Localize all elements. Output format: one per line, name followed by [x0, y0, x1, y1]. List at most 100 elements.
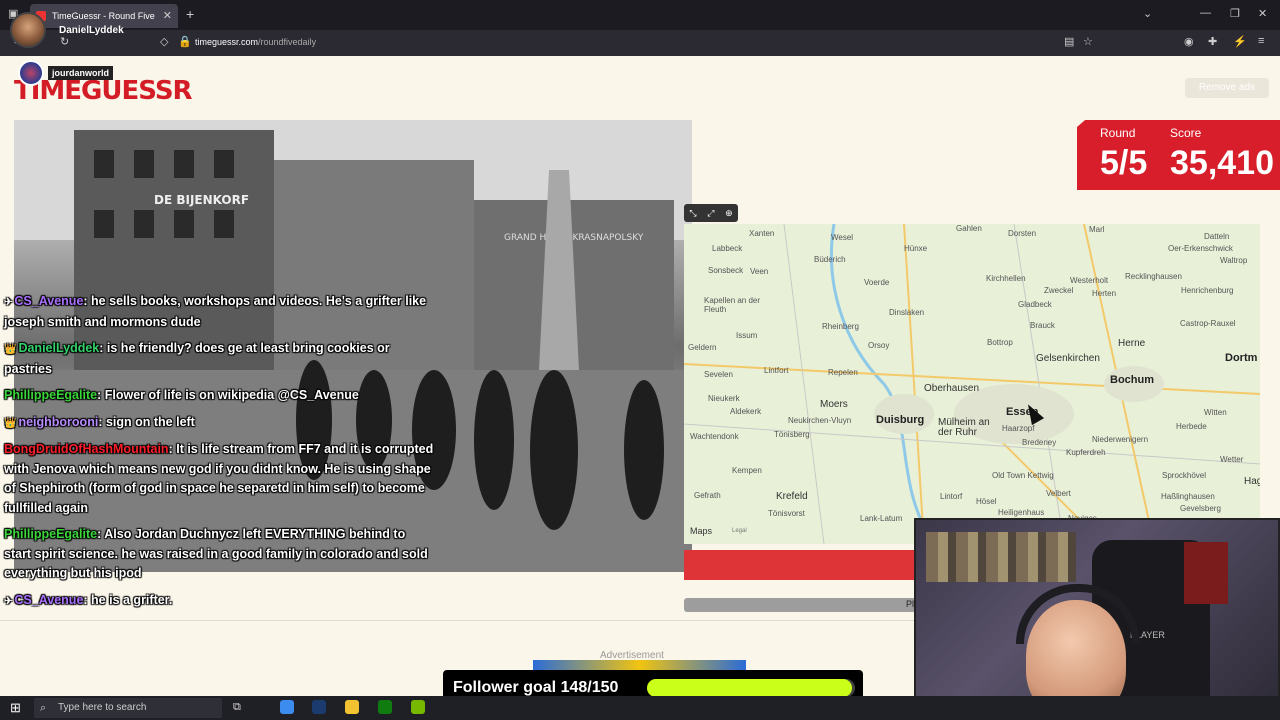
- map-resize-controls[interactable]: ⤡ ⤢ ⊕: [684, 204, 738, 222]
- follower-goal-fill: [647, 679, 853, 697]
- map-town: Datteln: [1204, 232, 1230, 241]
- crown-badge-icon: 👑: [4, 417, 17, 429]
- chat-message: 👑 neighborooni: sign on the left: [4, 413, 434, 434]
- lock-icon: 🔒: [178, 36, 192, 48]
- address-bar[interactable]: timeguessr.com/roundfivedaily: [195, 37, 316, 47]
- guess-map[interactable]: Essen Duisburg Bochum Gelsenkirchen Hern…: [684, 224, 1260, 544]
- map-town: Lintfort: [764, 366, 789, 375]
- score-panel: Round Score 5/5 35,410: [1077, 120, 1280, 190]
- map-town: Old Town Kettwig: [992, 471, 1054, 480]
- map-town: Zweckel: [1044, 286, 1074, 295]
- crown-badge-icon: 👑: [4, 344, 17, 355]
- map-town: Gefrath: [694, 491, 721, 500]
- map-town: Orsoy: [868, 341, 890, 350]
- round-value: 5/5: [1100, 144, 1148, 182]
- xbox-app-icon[interactable]: [378, 700, 392, 714]
- map-town: Aldekerk: [730, 407, 762, 416]
- guess-button[interactable]: [684, 550, 916, 580]
- chat-username: neighborooni: [18, 414, 99, 429]
- poster: [1184, 542, 1228, 604]
- map-town: Veen: [750, 267, 769, 276]
- map-town: Dorsten: [1008, 229, 1037, 238]
- map-town: Heiligenhaus: [998, 508, 1045, 517]
- windows-start-icon[interactable]: ⊞: [10, 700, 21, 716]
- steam-app-icon[interactable]: [312, 700, 326, 714]
- fit-icon[interactable]: ⊕: [725, 208, 733, 219]
- map-town: Velbert: [1046, 489, 1071, 498]
- reload-icon[interactable]: ↻: [60, 35, 69, 48]
- map-town: Recklinghausen: [1125, 272, 1182, 281]
- map-town: Tönisvorst: [768, 509, 805, 518]
- map-town: Oer-Erkenschwick: [1168, 244, 1233, 253]
- taskbar-search-input[interactable]: ⌕ Type here to search: [34, 698, 222, 718]
- expand-diagonal-icon[interactable]: ⤡: [689, 208, 696, 219]
- map-town: Sevelen: [704, 370, 733, 379]
- nvidia-app-icon[interactable]: [411, 700, 425, 714]
- map-town: Issum: [736, 331, 758, 340]
- stream-chat: ✈ CS_Avenue: he sells books, workshops an…: [4, 292, 434, 618]
- map-town: Tönisberg: [774, 430, 810, 439]
- photo-sign-krasnapolsky: GRAND HOTEL KRASNAPOLSKY: [504, 233, 644, 243]
- map-town: Herten: [1092, 289, 1117, 298]
- map-city: Krefeld: [776, 491, 808, 502]
- webcam-overlay: PLAYER: [914, 518, 1280, 716]
- restore-icon[interactable]: ❐: [1230, 7, 1240, 20]
- browser-navbar: ← ↻ ◇ 🔒 timeguessr.com/roundfivedaily ▤ …: [0, 30, 1280, 56]
- play-button[interactable]: Pl: [684, 598, 916, 612]
- task-view-icon[interactable]: ⧉: [233, 701, 241, 714]
- file-explorer-icon[interactable]: [345, 700, 359, 714]
- shield-icon[interactable]: ◇: [160, 35, 168, 48]
- map-town: Labbeck: [712, 244, 743, 253]
- extensions-icon[interactable]: ✚: [1208, 35, 1217, 48]
- remove-ads-button[interactable]: Remove ads: [1185, 78, 1269, 98]
- search-placeholder: Type here to search: [58, 702, 147, 713]
- map-town: Büderich: [814, 255, 846, 264]
- map-town: Gevelsberg: [1180, 504, 1221, 513]
- close-window-icon[interactable]: ✕: [1258, 7, 1267, 20]
- bookmark-star-icon[interactable]: ☆: [1083, 35, 1093, 48]
- map-town: Hag: [1244, 476, 1260, 487]
- streamer-name: DanielLyddek: [59, 25, 124, 36]
- reader-view-icon[interactable]: ▤: [1064, 35, 1074, 48]
- extension-icon[interactable]: ⚡: [1233, 35, 1247, 48]
- map-town: Westerholt: [1070, 276, 1109, 285]
- map-town: Nieukerk: [708, 394, 740, 403]
- map-town: Sonsbeck: [708, 266, 744, 275]
- map-town: Kempen: [732, 466, 762, 475]
- chat-username: CS_Avenue: [14, 294, 84, 308]
- copilot-app-icon[interactable]: [280, 700, 294, 714]
- chat-message: 👑 DanielLyddek: is he friendly? does ge a…: [4, 341, 390, 376]
- chevron-down-icon[interactable]: ⌄: [1143, 7, 1152, 20]
- map-town: Witten: [1204, 408, 1227, 417]
- follower-goal-label: Follower goal 148/150: [453, 679, 619, 696]
- chat-username: PhillippeEgalite: [4, 527, 98, 541]
- minimize-icon[interactable]: —: [1200, 7, 1211, 19]
- account-icon[interactable]: ◉: [1184, 35, 1194, 48]
- map-town: Hösel: [976, 497, 997, 506]
- map-legal-link[interactable]: Legal: [732, 528, 747, 534]
- map-town: Mülheim an der Ruhr: [938, 417, 990, 438]
- map-town: Lank-Latum: [860, 514, 903, 523]
- map-town: Voerde: [864, 278, 890, 287]
- follower-goal-track: [647, 679, 855, 697]
- map-town: Kirchhellen: [986, 274, 1026, 283]
- new-tab-icon[interactable]: +: [186, 6, 194, 22]
- menu-icon[interactable]: ≡: [1258, 35, 1264, 47]
- map-town: Marl: [1089, 225, 1105, 234]
- shelf: [926, 532, 1076, 582]
- tab-title: TimeGuessr - Round Five: [52, 11, 155, 21]
- map-brand: Maps: [690, 526, 713, 536]
- badge-icon: ✈: [4, 297, 13, 308]
- advertisement-banner[interactable]: [533, 660, 746, 670]
- map-city: Dortm: [1225, 352, 1258, 364]
- map-town: Waltrop: [1220, 256, 1248, 265]
- map-town: Xanten: [749, 229, 775, 238]
- map-town: Wachtendonk: [690, 432, 739, 441]
- map-town: Geldern: [688, 343, 717, 352]
- close-icon[interactable]: ✕: [163, 4, 172, 28]
- chat-text: Flower of life is on wikipedia @CS_Avenu…: [101, 388, 359, 402]
- map-city: Bochum: [1110, 374, 1154, 386]
- shrink-diagonal-icon[interactable]: ⤢: [707, 208, 714, 219]
- windows-taskbar: ⊞ ⌕ Type here to search ⧉: [0, 696, 1280, 720]
- map-town: Gahlen: [956, 224, 982, 233]
